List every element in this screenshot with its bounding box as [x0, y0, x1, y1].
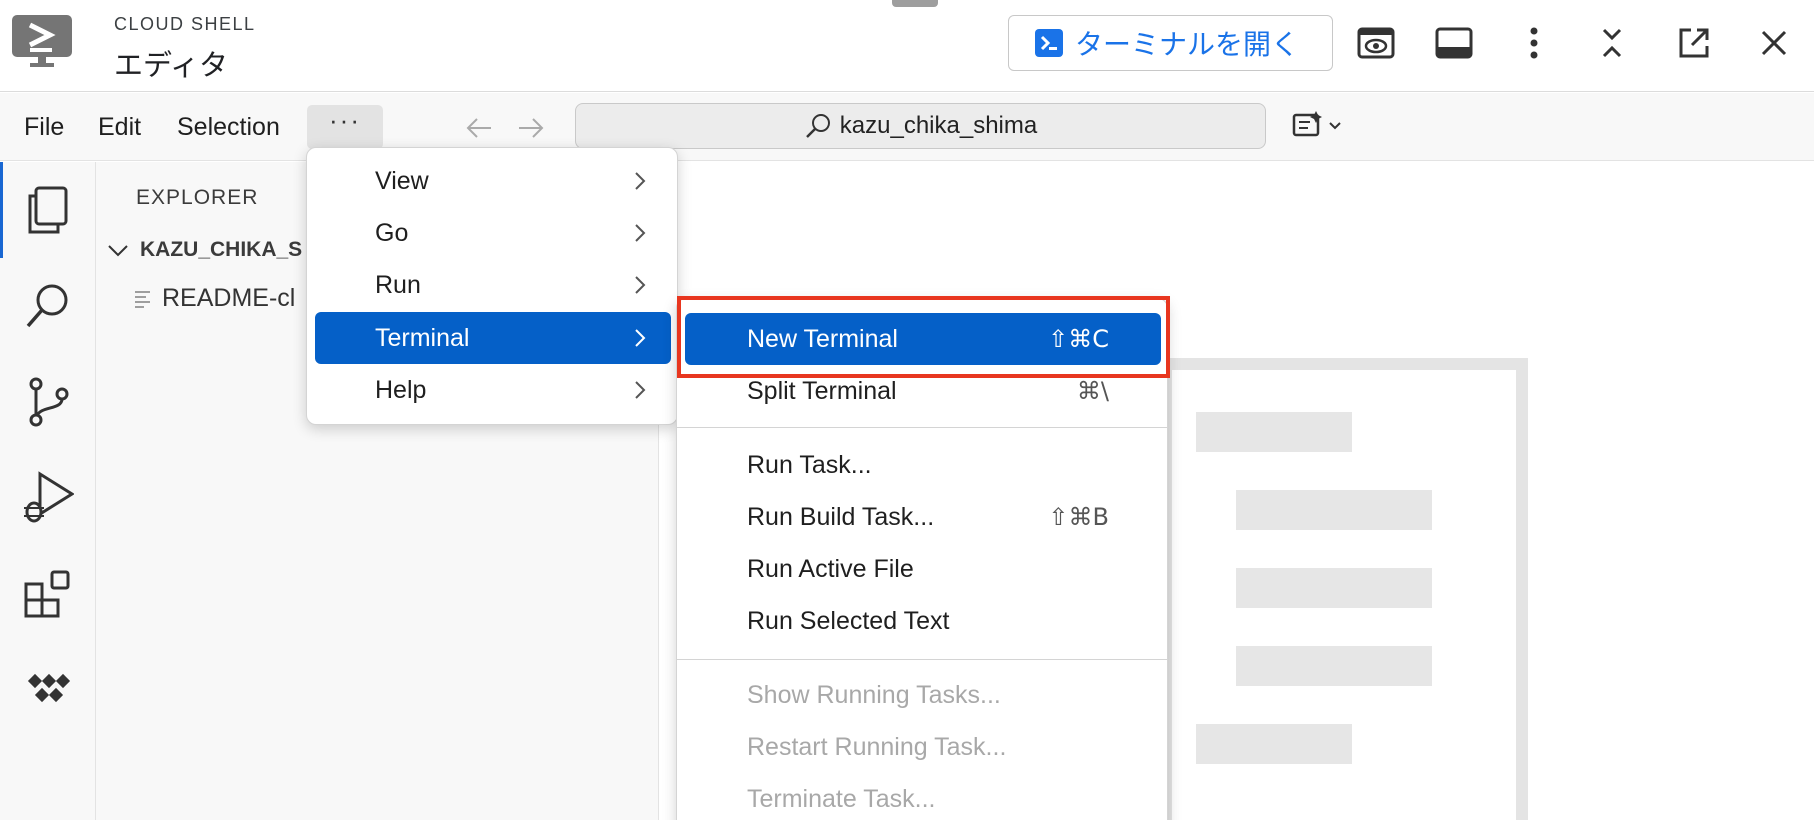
chat-sparkle-icon[interactable] [1290, 109, 1350, 145]
watermark-line [1236, 568, 1432, 608]
menu-item-label: Go [375, 218, 409, 247]
chevron-right-icon [635, 381, 646, 399]
chevron-down-icon [108, 245, 128, 257]
menu-item-label: Run Active File [747, 554, 914, 583]
chevron-right-icon [635, 172, 646, 190]
cloud-shell-header: CLOUD SHELL エディタ ターミナルを開く [0, 0, 1814, 92]
cloud-shell-brand: CLOUD SHELL [114, 14, 256, 34]
terminal-submenu: New Terminal ⇧⌘C Split Terminal ⌘\ Run T… [676, 298, 1168, 820]
explorer-folder-name: KAZU_CHIKA_S [140, 238, 303, 261]
menu-item-label: Show Running Tasks... [747, 680, 1001, 709]
shortcut-label: ⌘\ [1076, 377, 1109, 405]
explorer-files-icon[interactable] [20, 182, 76, 238]
menu-edit[interactable]: Edit [98, 113, 141, 142]
more-vert-icon[interactable] [1512, 21, 1556, 65]
menu-item-label: Restart Running Task... [747, 732, 1007, 761]
menu-item-label: New Terminal [747, 324, 898, 353]
drag-handle[interactable] [892, 0, 938, 7]
menu-item-help[interactable]: Help [315, 364, 671, 416]
chevron-right-icon [635, 224, 646, 242]
explorer-folder-row[interactable]: KAZU_CHIKA_S [106, 238, 302, 262]
menu-selection[interactable]: Selection [177, 113, 280, 142]
forward-arrow-icon[interactable] [516, 113, 546, 143]
explorer-file-name: README-cl [162, 284, 296, 312]
menu-item-terminal[interactable]: Terminal [315, 312, 671, 364]
menu-item-label: Terminate Task... [747, 784, 936, 813]
menu-item-label: Help [375, 375, 427, 404]
menu-item-restart-running-task: Restart Running Task... [685, 721, 1161, 773]
open-new-window-icon[interactable] [1672, 21, 1716, 65]
menu-item-run-task[interactable]: Run Task... [685, 439, 1161, 491]
close-icon[interactable] [1752, 21, 1796, 65]
cloud-shell-logo-icon [12, 15, 72, 69]
web-preview-icon[interactable] [1354, 21, 1398, 65]
menu-item-label: Terminal [375, 323, 470, 352]
more-menu-dropdown: View Go Run Terminal Help [306, 147, 678, 425]
menu-item-label: Run Build Task... [747, 502, 935, 531]
panel-layout-icon[interactable] [1432, 21, 1476, 65]
extensions-icon[interactable] [20, 566, 76, 622]
file-lines-icon [135, 290, 150, 308]
cloud-code-icon[interactable] [20, 662, 76, 718]
shortcut-label: ⇧⌘C [1048, 325, 1109, 353]
watermark-line [1236, 490, 1432, 530]
menu-item-label: Run Task... [747, 450, 872, 479]
menu-item-go[interactable]: Go [315, 207, 671, 259]
activity-bar [0, 162, 96, 820]
menu-more-button[interactable]: ··· [307, 105, 383, 149]
menu-item-label: Split Terminal [747, 376, 897, 405]
shortcut-label: ⇧⌘B [1048, 503, 1109, 531]
menu-file[interactable]: File [24, 113, 64, 142]
menu-item-run-build-task[interactable]: Run Build Task... ⇧⌘B [685, 491, 1161, 543]
menu-item-terminate-task: Terminate Task... [685, 773, 1161, 820]
open-terminal-button[interactable]: ターミナルを開く [1008, 15, 1333, 71]
command-center-text: kazu_chika_shima [839, 112, 1038, 139]
menu-separator [677, 659, 1167, 660]
menu-item-new-terminal[interactable]: New Terminal ⇧⌘C [685, 313, 1161, 365]
watermark-line [1196, 724, 1352, 764]
watermark-line [1236, 646, 1432, 686]
menu-separator [677, 427, 1167, 428]
command-center-search[interactable]: kazu_chika_shima [575, 103, 1266, 149]
chevron-right-icon [635, 329, 646, 347]
minimize-icon[interactable] [1590, 21, 1634, 65]
run-debug-icon[interactable] [20, 470, 76, 526]
menu-item-run-active-file[interactable]: Run Active File [685, 543, 1161, 595]
menu-item-run-selected-text[interactable]: Run Selected Text [685, 595, 1161, 647]
menu-item-split-terminal[interactable]: Split Terminal ⌘\ [685, 365, 1161, 417]
explorer-title: EXPLORER [136, 186, 259, 209]
menu-item-show-running-tasks: Show Running Tasks... [685, 669, 1161, 721]
watermark-line [1196, 412, 1352, 452]
terminal-icon [1035, 29, 1063, 57]
page-title: エディタ [114, 48, 228, 82]
explorer-file-row[interactable]: README-cl [134, 284, 295, 313]
back-arrow-icon[interactable] [464, 113, 494, 143]
chevron-right-icon [635, 276, 646, 294]
menu-item-label: Run [375, 270, 421, 299]
menu-item-view[interactable]: View [315, 155, 671, 207]
editor-menubar: File Edit Selection ··· kazu_chika_shima [0, 93, 1814, 161]
search-icon [805, 114, 830, 138]
active-indicator [0, 162, 3, 258]
search-icon[interactable] [20, 278, 76, 334]
menu-item-label: Run Selected Text [747, 606, 950, 635]
menu-item-label: View [375, 166, 429, 195]
menu-item-run[interactable]: Run [315, 259, 671, 311]
open-terminal-label: ターミナルを開く [1075, 28, 1300, 61]
source-control-icon[interactable] [20, 374, 76, 430]
